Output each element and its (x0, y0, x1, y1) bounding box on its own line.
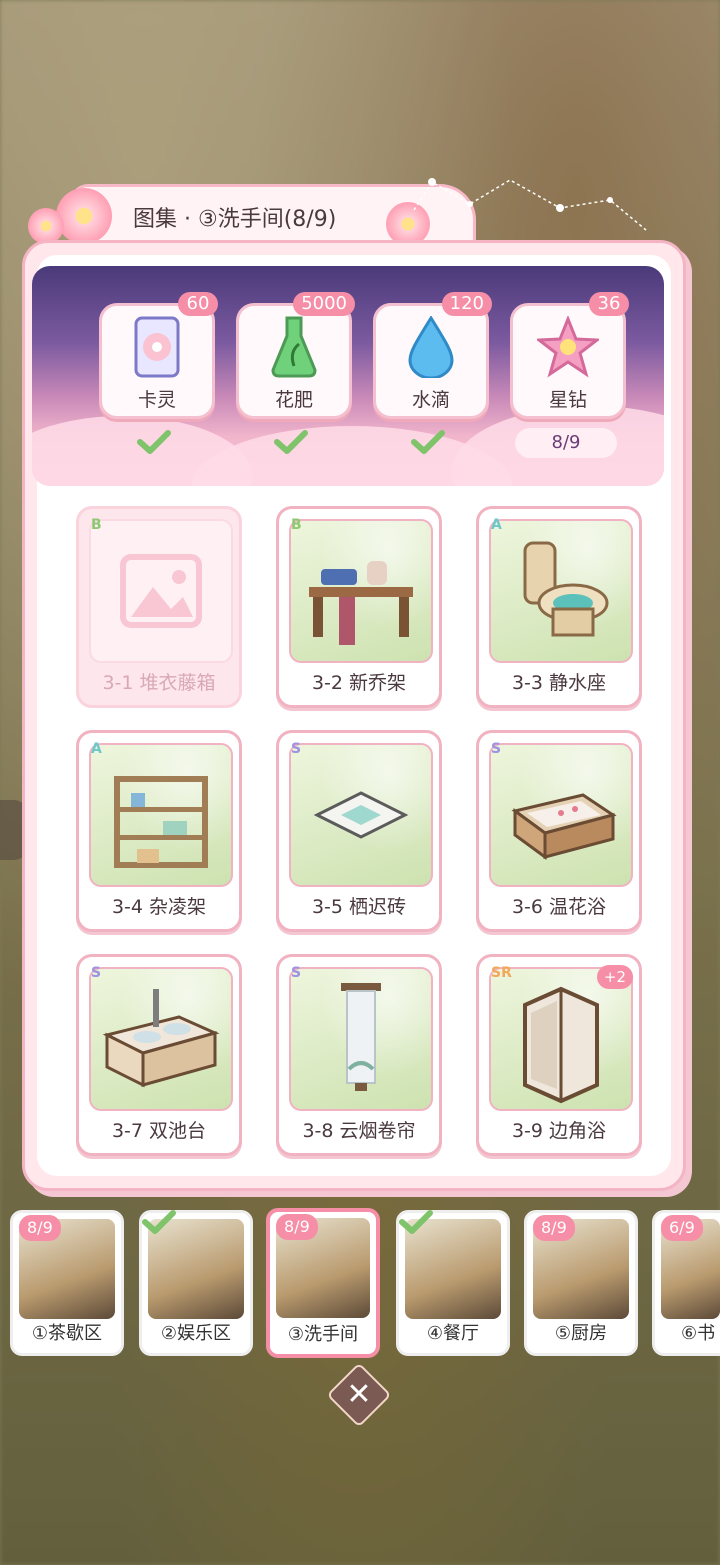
room-tab-label: ④餐厅 (426, 1323, 480, 1344)
room-tab-2[interactable]: ②娱乐区 (139, 1210, 253, 1356)
image-placeholder-icon (120, 554, 202, 628)
item-card-3-3[interactable]: A 3-3 静水座 (476, 506, 642, 708)
room-tab-label: ①茶歇区 (31, 1323, 103, 1344)
room-tab-4[interactable]: ④餐厅 (396, 1210, 510, 1356)
item-card-3-7[interactable]: S 3-7 双池台 (76, 954, 242, 1156)
room-tab-3-active[interactable]: 8/9 ③洗手间 (266, 1208, 380, 1358)
close-icon[interactable]: ✕ (336, 1372, 382, 1418)
constellation-decoration-icon (413, 178, 647, 231)
rarity-badge: S (291, 741, 302, 758)
room-tab-6[interactable]: 6/9 ⑥书 (652, 1210, 720, 1356)
card-spirit-icon (102, 316, 212, 378)
rarity-badge: B (91, 517, 102, 534)
item-name: 3-2 新乔架 (311, 672, 407, 694)
item-name: 3-6 温花浴 (511, 896, 607, 918)
toilet-image (489, 519, 633, 663)
rarity-badge: S (491, 741, 502, 758)
reward-label: 水滴 (411, 389, 450, 411)
fertilizer-flask-icon (239, 316, 349, 378)
rarity-badge: A (91, 741, 102, 758)
reward-label: 星钻 (548, 389, 587, 411)
room-progress-badge: 8/9 (19, 1215, 61, 1241)
room-tab-label: ⑥书 (681, 1323, 716, 1344)
item-name: 3-5 栖迟砖 (311, 896, 407, 918)
star-diamond-icon (513, 316, 623, 378)
room-complete-check-icon (142, 1210, 176, 1234)
reward-card-spirit[interactable]: 60 卡灵 (99, 292, 218, 419)
room-progress-badge: 8/9 (276, 1214, 318, 1240)
item-card-3-1[interactable]: B 3-1 堆衣藤箱 (76, 506, 242, 708)
floor-tile-image (289, 743, 433, 887)
item-card-3-5[interactable]: S 3-5 栖迟砖 (276, 730, 442, 932)
room-tab-label: ③洗手间 (287, 1324, 359, 1345)
claimed-check-icon (411, 430, 445, 454)
room-progress-badge: 8/9 (533, 1215, 575, 1241)
item-card-3-9[interactable]: SR +2 3-9 边角浴 (476, 954, 642, 1156)
reward-star-diamond[interactable]: 36 星钻 (510, 292, 629, 419)
room-tab-label: ⑤厨房 (554, 1323, 608, 1344)
double-sink-image (89, 967, 233, 1111)
bathtub-image (489, 743, 633, 887)
rarity-badge: S (91, 965, 102, 982)
extra-count-badge: +2 (596, 965, 633, 989)
item-card-3-4[interactable]: A 3-4 杂凌架 (76, 730, 242, 932)
item-name: 3-9 边角浴 (511, 1120, 607, 1142)
shelf-image (89, 743, 233, 887)
flower-decoration-icon (28, 208, 64, 244)
item-name: 3-3 静水座 (511, 672, 607, 694)
star-diamond-progress: 8/9 (515, 428, 617, 458)
item-card-3-2[interactable]: B 3-2 新乔架 (276, 506, 442, 708)
rarity-badge: A (491, 517, 502, 534)
scroll-curtain-image (289, 967, 433, 1111)
item-card-3-6[interactable]: S 3-6 温花浴 (476, 730, 642, 932)
reward-label: 卡灵 (137, 389, 176, 411)
item-name: 3-4 杂凌架 (111, 896, 207, 918)
reward-water-drop[interactable]: 120 水滴 (373, 292, 492, 419)
water-drop-icon (376, 316, 486, 378)
rarity-badge: S (291, 965, 302, 982)
reward-label: 花肥 (274, 389, 313, 411)
reward-count-badge: 36 (589, 292, 629, 316)
reward-count-badge: 120 (441, 292, 492, 316)
reward-count-badge: 60 (178, 292, 218, 316)
reward-count-badge: 5000 (293, 292, 355, 316)
towel-rack-image (289, 519, 433, 663)
reward-fertilizer[interactable]: 5000 花肥 (236, 292, 355, 419)
room-complete-check-icon (399, 1210, 433, 1234)
item-name: 3-1 堆衣藤箱 (102, 672, 216, 694)
room-tab-label: ②娱乐区 (160, 1323, 232, 1344)
room-tab-5[interactable]: 8/9 ⑤厨房 (524, 1210, 638, 1356)
album-title: 图集 · ③洗手间(8/9) (133, 207, 337, 232)
item-name: 3-7 双池台 (111, 1120, 207, 1142)
claimed-check-icon (274, 430, 308, 454)
item-placeholder-image (89, 519, 233, 663)
rarity-badge: B (291, 517, 302, 534)
flower-decoration-icon (56, 188, 112, 244)
room-tab-1[interactable]: 8/9 ①茶歇区 (10, 1210, 124, 1356)
claimed-check-icon (137, 430, 171, 454)
room-progress-badge: 6/9 (661, 1215, 703, 1241)
rarity-badge: SR (491, 965, 512, 982)
item-card-3-8[interactable]: S 3-8 云烟卷帘 (276, 954, 442, 1156)
item-name: 3-8 云烟卷帘 (302, 1120, 416, 1142)
